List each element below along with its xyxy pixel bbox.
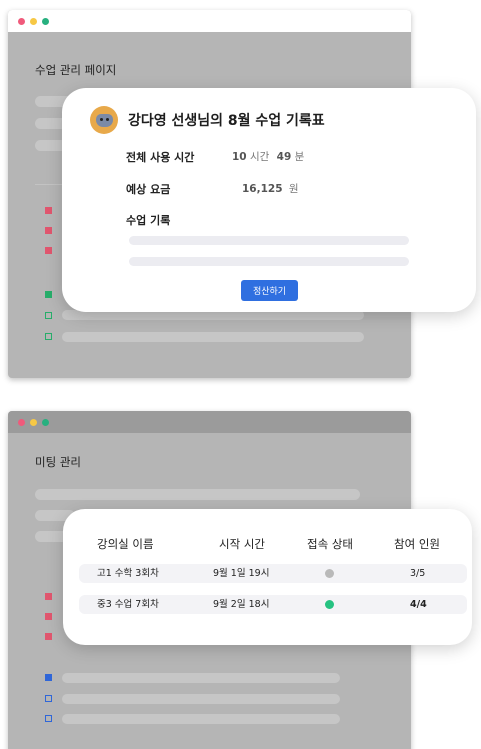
placeholder-bar	[62, 332, 364, 342]
close-dot-icon[interactable]	[18, 17, 25, 25]
page-title: 수업 관리 페이지	[35, 63, 117, 77]
settle-button[interactable]: 정산하기	[241, 280, 298, 301]
green-outline-square-icon	[45, 312, 52, 319]
room-name: 중3 수업 7회차	[97, 599, 159, 610]
header-participants: 참여 인원	[394, 537, 440, 551]
blue-square-icon	[45, 674, 52, 681]
start-time: 9월 1일 19시	[213, 568, 270, 579]
online-status-icon	[325, 600, 334, 609]
table-row[interactable]: 고1 수학 3회차 9월 1일 19시 3/5	[79, 564, 467, 583]
page-title: 미팅 관리	[35, 455, 81, 469]
header-room-name: 강의실 이름	[97, 537, 154, 551]
record-card-title: 강다영 선생님의 8월 수업 기록표	[128, 113, 325, 129]
minimize-dot-icon[interactable]	[30, 418, 37, 426]
record-bar	[129, 257, 409, 266]
fee-value: 16,125 원	[242, 181, 299, 196]
participants: 3/5	[410, 568, 426, 579]
offline-status-icon	[325, 569, 334, 578]
red-square-icon	[45, 633, 52, 640]
record-label: 수업 기록	[126, 214, 171, 227]
hours-unit: 시간	[249, 151, 270, 163]
total-minutes: 49	[276, 151, 292, 163]
green-square-icon	[45, 291, 52, 298]
elephant-avatar-icon	[90, 106, 118, 134]
fee-label: 예상 요금	[126, 183, 171, 196]
red-square-icon	[45, 247, 52, 254]
total-time-label: 전체 사용 시간	[126, 151, 195, 164]
minutes-unit: 분	[294, 151, 305, 163]
table-row[interactable]: 중3 수업 7회차 9월 2일 18시 4/4	[79, 595, 467, 614]
placeholder-bar	[35, 489, 360, 500]
maximize-dot-icon[interactable]	[42, 17, 49, 25]
red-square-icon	[45, 207, 52, 214]
placeholder-bar	[62, 714, 340, 724]
fee-amount: 16,125	[242, 183, 283, 195]
blue-outline-square-icon	[45, 695, 52, 702]
close-dot-icon[interactable]	[18, 418, 25, 426]
room-name: 고1 수학 3회차	[97, 568, 159, 579]
meeting-table-card: 강의실 이름 시작 시간 접속 상태 참여 인원 고1 수학 3회차 9월 1일…	[63, 509, 472, 645]
green-outline-square-icon	[45, 333, 52, 340]
total-hours: 10	[232, 151, 247, 163]
minimize-dot-icon[interactable]	[30, 17, 37, 25]
total-time-value: 10 시간 49 분	[232, 149, 304, 164]
placeholder-bar	[62, 673, 340, 683]
blue-outline-square-icon	[45, 715, 52, 722]
red-square-icon	[45, 593, 52, 600]
maximize-dot-icon[interactable]	[42, 418, 49, 426]
record-bar	[129, 236, 409, 245]
red-square-icon	[45, 227, 52, 234]
lesson-record-card: 강다영 선생님의 8월 수업 기록표 전체 사용 시간 10 시간 49 분 예…	[62, 88, 476, 312]
window-titlebar	[8, 10, 411, 32]
start-time: 9월 2일 18시	[213, 599, 270, 610]
participants: 4/4	[410, 599, 427, 610]
header-connection-status: 접속 상태	[307, 537, 353, 551]
header-start-time: 시작 시간	[219, 537, 265, 551]
fee-unit: 원	[288, 183, 299, 195]
placeholder-bar	[62, 694, 340, 704]
window-titlebar	[8, 411, 411, 433]
red-square-icon	[45, 613, 52, 620]
